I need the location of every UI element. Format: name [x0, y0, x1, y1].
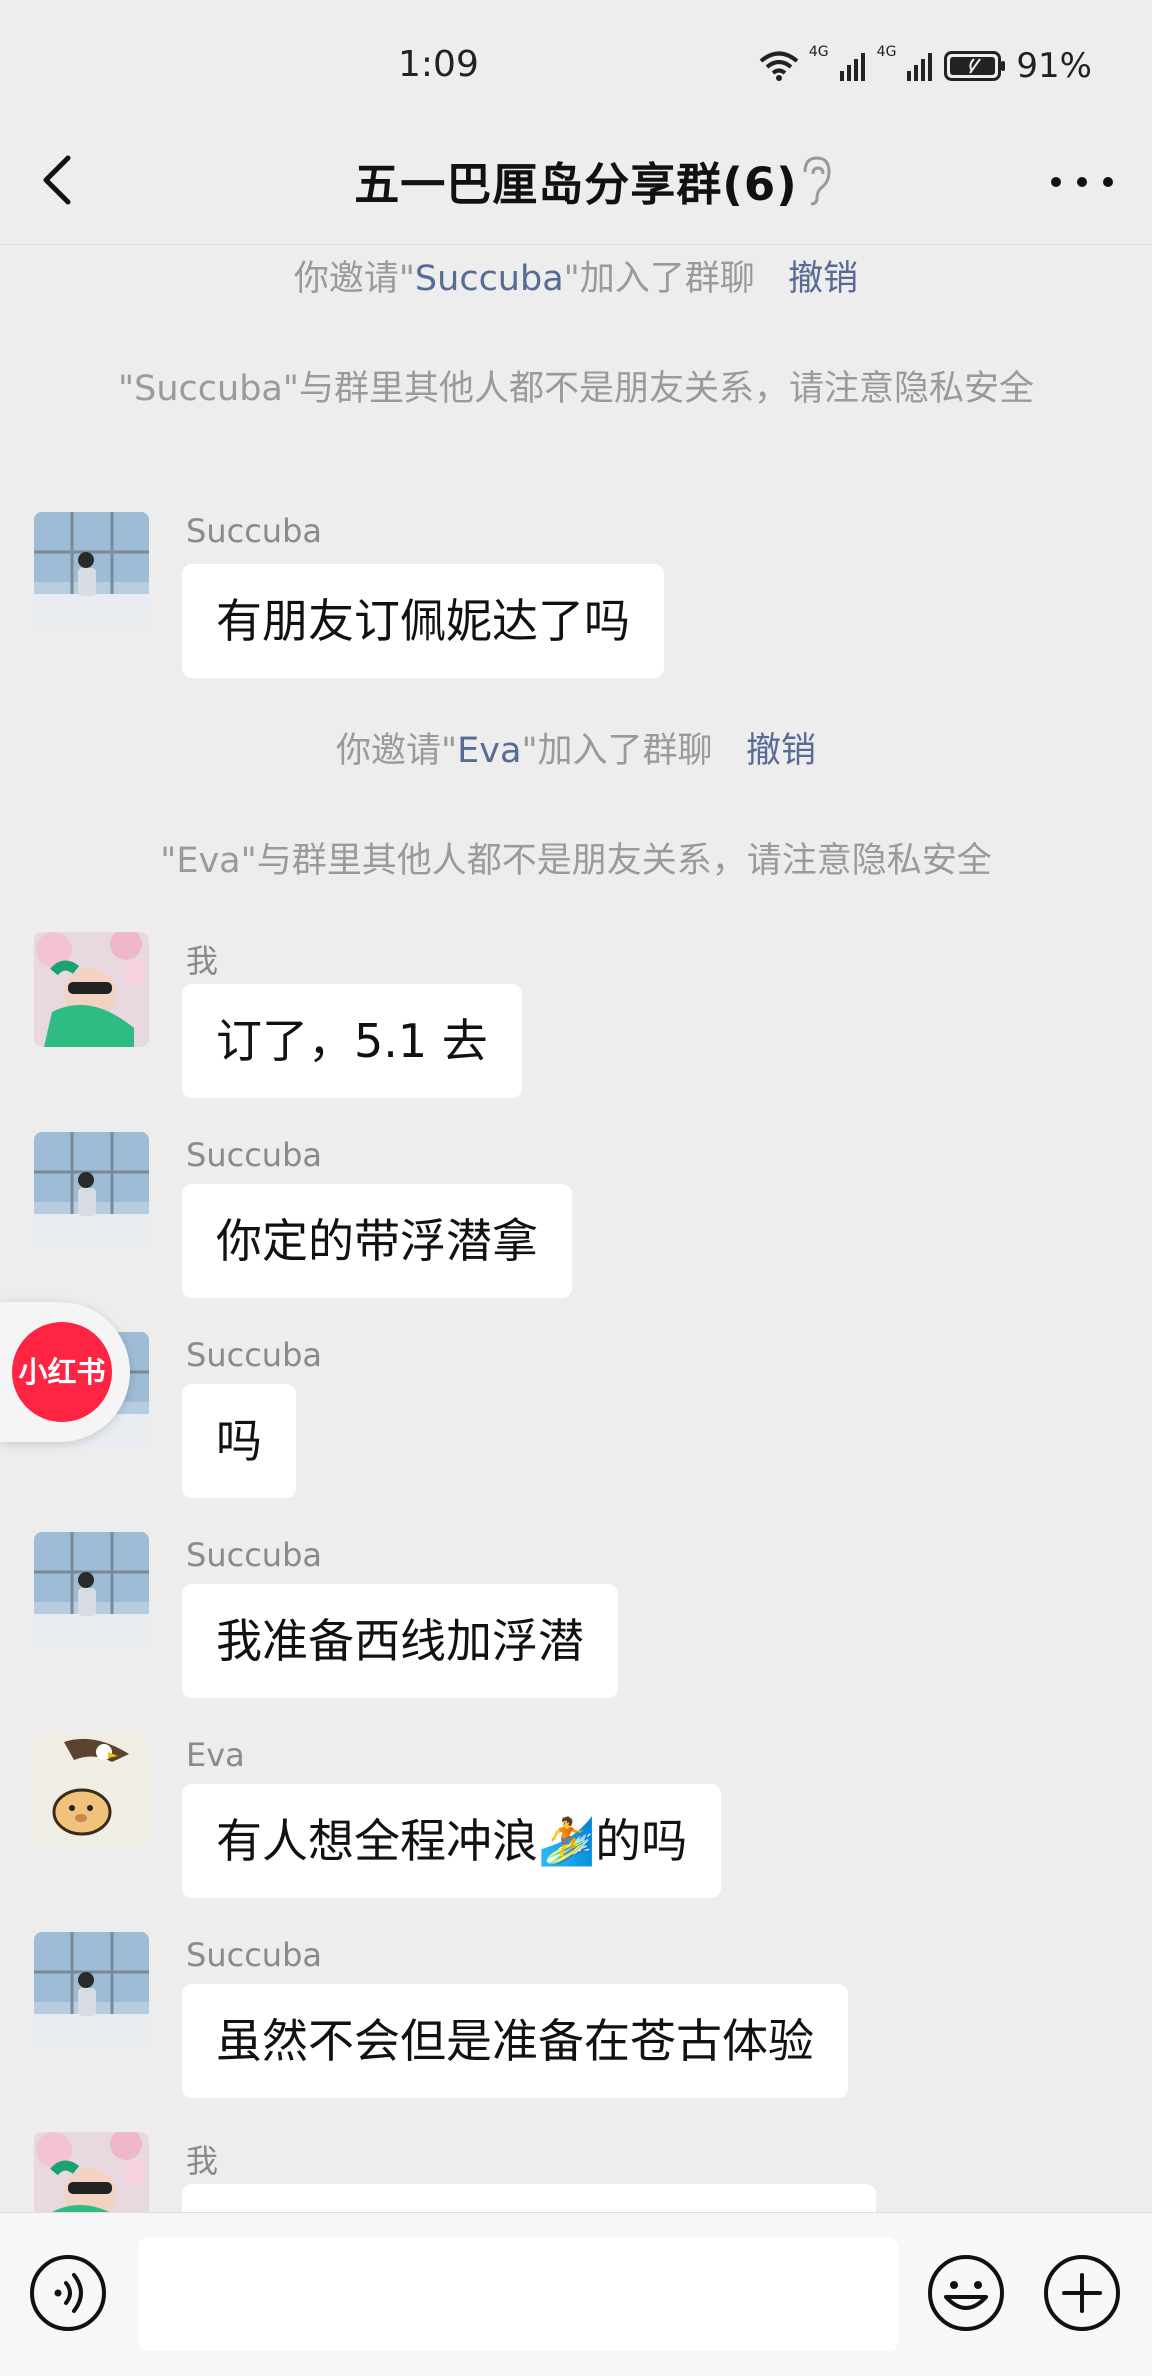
sender-name: Succuba — [186, 1536, 322, 1574]
system-text: "加入了群聊 — [521, 731, 713, 771]
network-type-2: 4G — [876, 44, 897, 60]
message-bubble[interactable] — [182, 2184, 876, 2212]
surfer-emoji: 🏄 — [538, 1814, 596, 1868]
voice-icon[interactable] — [28, 2253, 108, 2333]
revoke-link[interactable]: 撤销 — [746, 731, 816, 771]
privacy-notice: "Succuba"与群里其他人都不是朋友关系，请注意隐私安全 — [118, 369, 1034, 409]
message-bubble[interactable]: 吗 — [182, 1384, 296, 1498]
sender-name: 我 — [186, 2142, 219, 2180]
avatar[interactable] — [34, 2132, 149, 2212]
sender-name: 我 — [186, 942, 219, 980]
system-link-name[interactable]: Succuba — [415, 259, 564, 299]
signal-icon — [839, 53, 865, 81]
message-text: 的吗 — [595, 1814, 688, 1868]
message-bubble[interactable]: 虽然不会但是准备在苍古体验 — [182, 1984, 848, 2098]
signal-icon — [907, 53, 933, 81]
revoke-link[interactable]: 撤销 — [788, 259, 858, 299]
status-bar: 1:09 4G 4G 91% — [0, 0, 1152, 130]
avatar[interactable] — [34, 932, 149, 1047]
emoji-icon[interactable] — [926, 2253, 1006, 2333]
message-bubble[interactable]: 你定的带浮潜拿 — [182, 1184, 572, 1298]
more-icon[interactable] — [1042, 152, 1122, 212]
message-bubble[interactable]: 订了，5.1 去 — [182, 984, 522, 1098]
input-bar — [0, 2212, 1152, 2376]
privacy-notice: "Eva"与群里其他人都不是朋友关系，请注意隐私安全 — [160, 841, 992, 881]
avatar-image — [34, 1932, 149, 2047]
message-input[interactable] — [138, 2237, 898, 2351]
message-bubble[interactable]: 我准备西线加浮潜 — [182, 1584, 618, 1698]
sender-name: Succuba — [186, 1136, 322, 1174]
sender-name: Succuba — [186, 1336, 322, 1374]
network-type-1: 4G — [808, 44, 829, 60]
sender-name: Succuba — [186, 512, 322, 550]
avatar-image — [34, 2132, 149, 2212]
sender-name: Eva — [186, 1736, 245, 1774]
system-notice: 你邀请"Eva"加入了群聊 撤销 — [80, 726, 1072, 776]
avatar-image — [34, 1132, 149, 1247]
message-bubble[interactable]: 有朋友订佩妮达了吗 — [182, 564, 664, 678]
system-text: 你邀请" — [336, 731, 458, 771]
chat-header: 五一巴厘岛分享群(6) — [0, 130, 1152, 245]
plus-icon[interactable] — [1042, 2253, 1122, 2333]
chat-title[interactable]: 五一巴厘岛分享群(6) — [0, 148, 1152, 213]
avatar-image — [34, 932, 149, 1047]
avatar-image — [34, 1732, 149, 1847]
system-text: "加入了群聊 — [563, 259, 755, 299]
avatar-image — [34, 1532, 149, 1647]
avatar[interactable] — [34, 1732, 149, 1847]
message-bubble[interactable]: 有人想全程冲浪🏄的吗 — [182, 1784, 722, 1898]
message-text: 有人想全程冲浪 — [216, 1814, 538, 1868]
status-indicators: 4G 4G 91% — [759, 44, 1092, 88]
wifi-icon — [759, 51, 799, 81]
system-text: 你邀请" — [293, 259, 415, 299]
avatar[interactable] — [34, 512, 149, 627]
status-time: 1:09 — [398, 44, 479, 85]
xiaohongshu-logo: 小红书 — [12, 1322, 112, 1422]
battery-level: 91% — [1016, 46, 1092, 86]
ear-icon — [803, 156, 831, 206]
system-link-name[interactable]: Eva — [457, 731, 521, 771]
system-notice: 你邀请"Succuba"加入了群聊 撤销 — [80, 254, 1072, 304]
avatar[interactable] — [34, 1932, 149, 2047]
avatar[interactable] — [34, 1132, 149, 1247]
battery-icon — [944, 51, 1006, 81]
avatar[interactable] — [34, 1532, 149, 1647]
sender-name: Succuba — [186, 1936, 322, 1974]
chat-message-list[interactable]: 你邀请"Succuba"加入了群聊 撤销 "Succuba"与群里其他人都不是朋… — [0, 246, 1152, 2212]
avatar-image — [34, 512, 149, 627]
